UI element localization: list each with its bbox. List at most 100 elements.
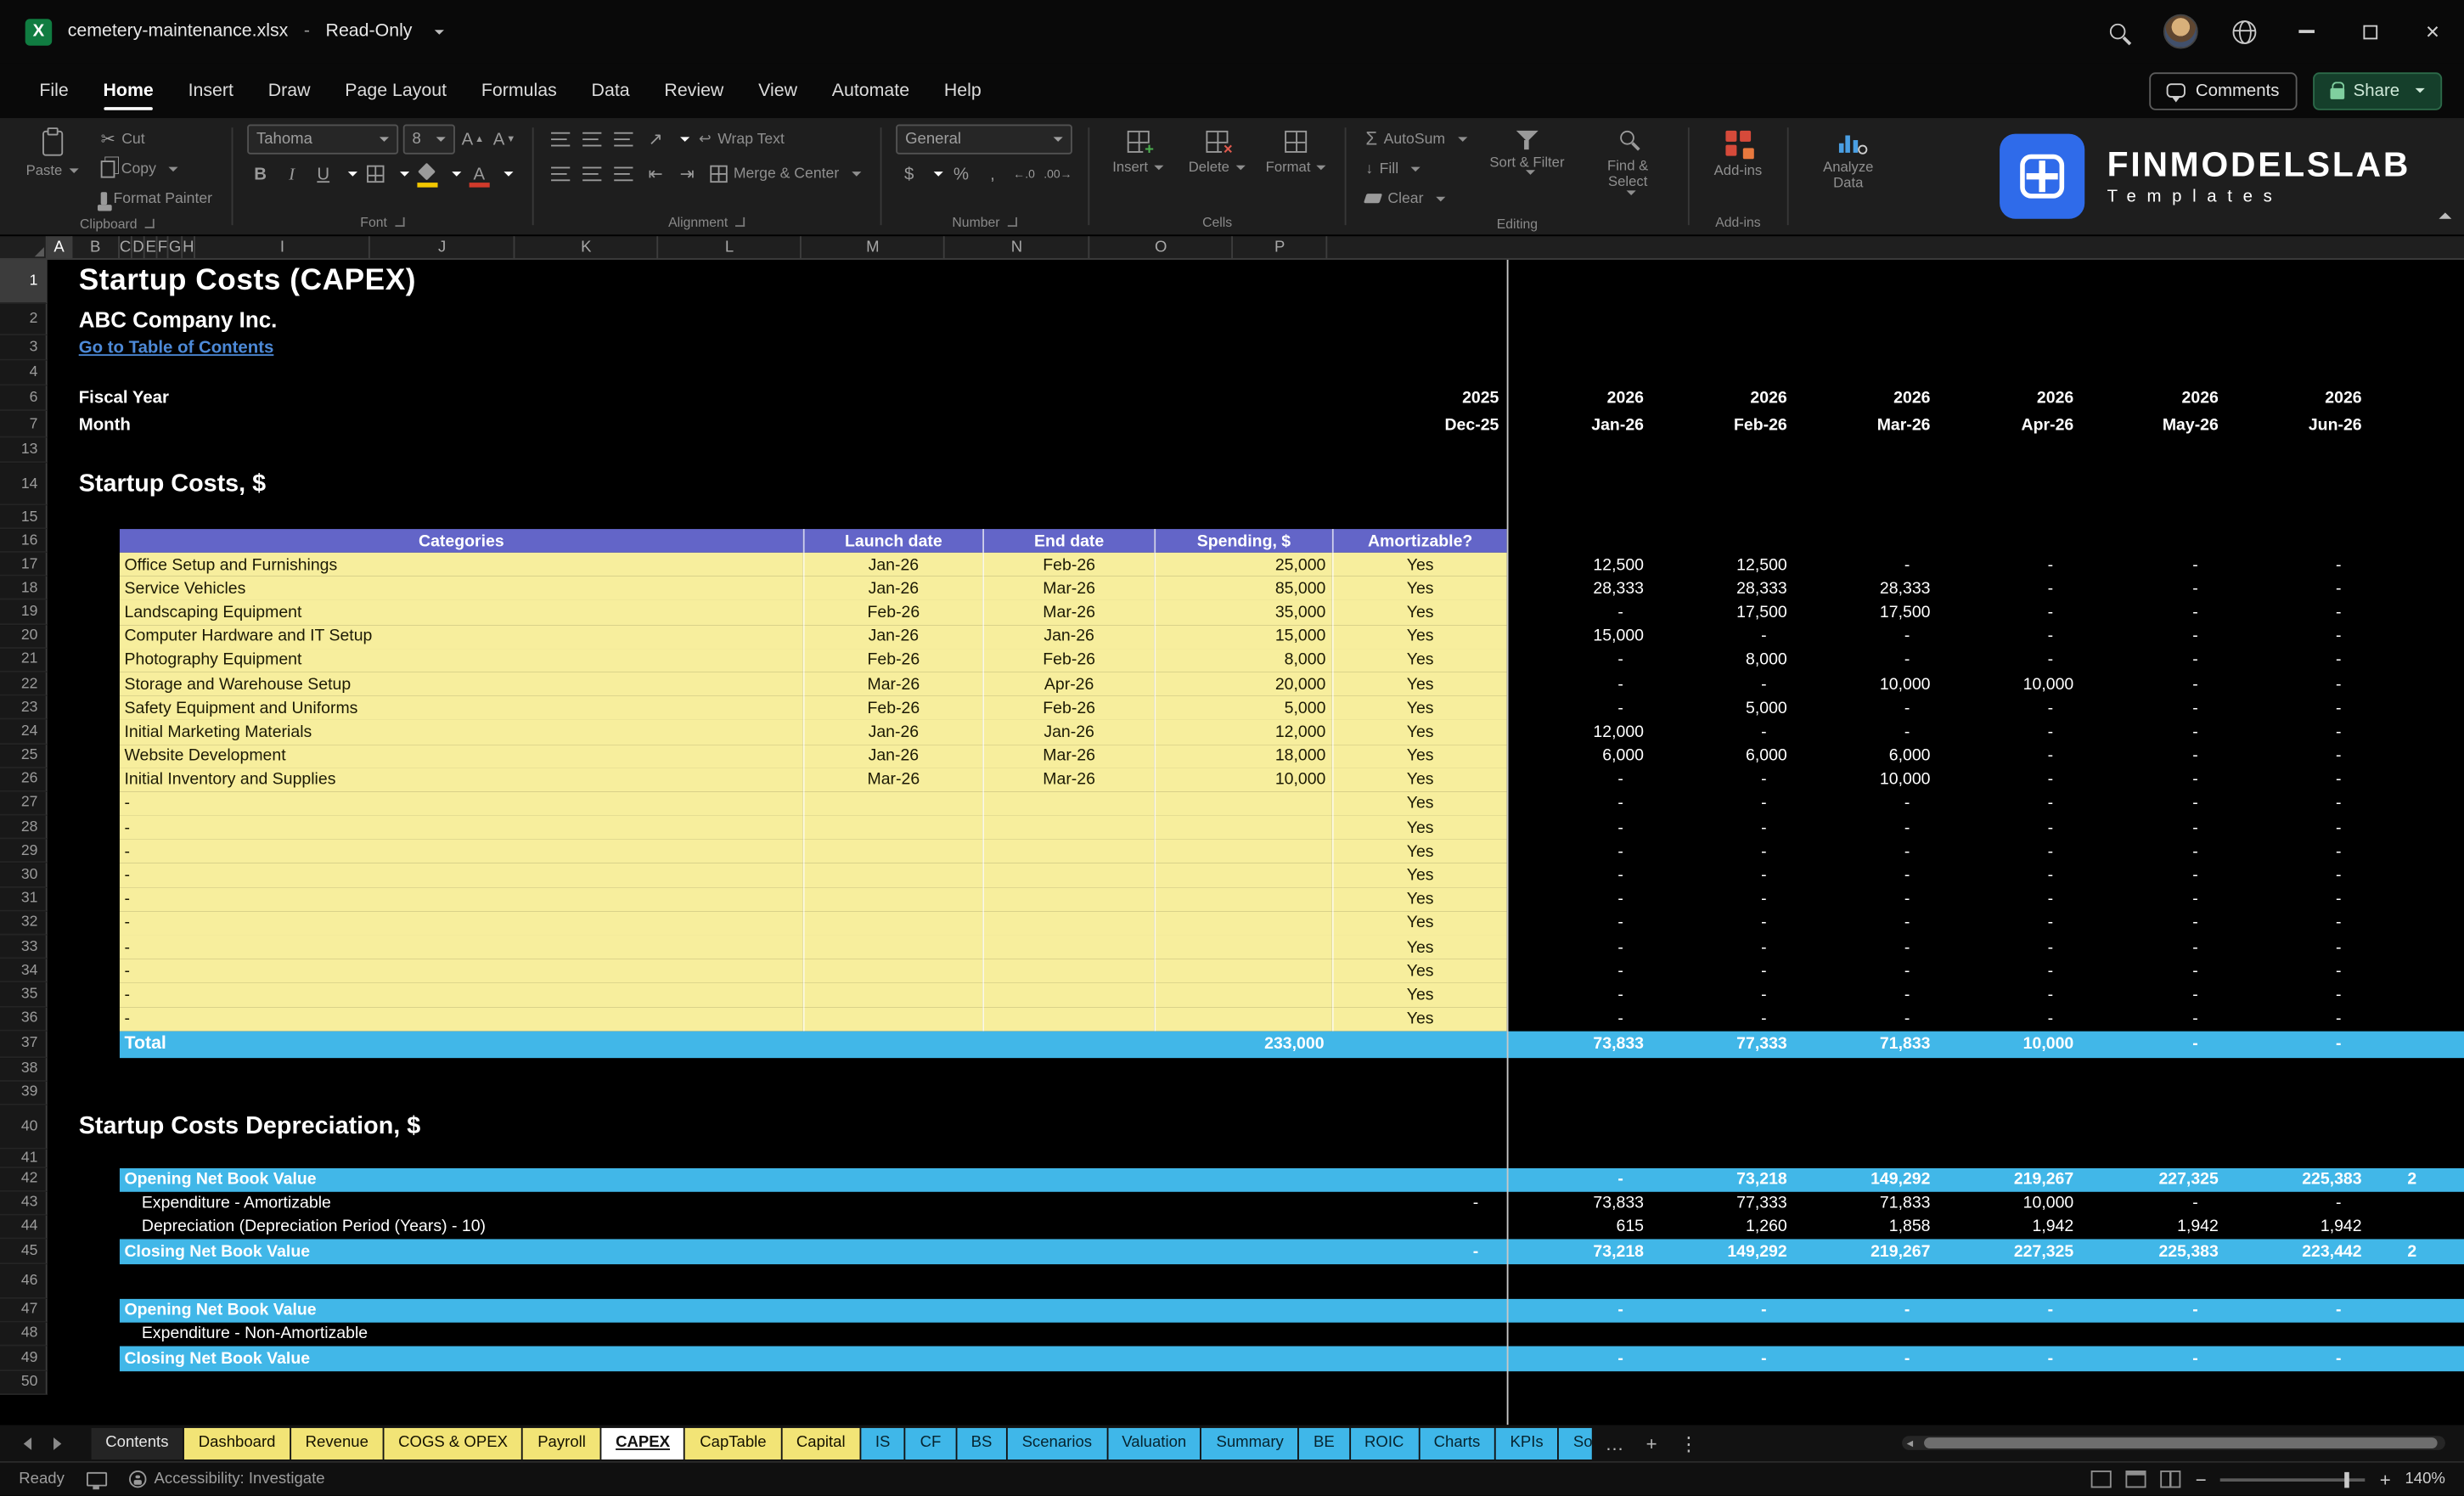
cell-37-N[interactable]: - [2082, 1031, 2227, 1058]
row-header-4[interactable]: 4 [0, 360, 48, 386]
cell-7-L[interactable]: Mar-26 [1795, 411, 1938, 438]
row-header-38[interactable]: 38 [0, 1057, 48, 1082]
row-header-37[interactable]: 37 [0, 1031, 48, 1058]
cell-28-N[interactable]: - [2082, 816, 2227, 840]
underline-button[interactable]: U [310, 160, 337, 188]
cell-18-H[interactable]: 85,000 [1154, 576, 1332, 601]
cell-47-J[interactable]: - [1507, 1298, 1652, 1322]
cell-22-G[interactable]: Apr-26 [982, 672, 1155, 696]
cell-33-F[interactable] [802, 935, 983, 959]
cell-25-O[interactable]: - [2226, 744, 2370, 768]
center-button[interactable] [579, 160, 606, 187]
cell-25-M[interactable]: - [1938, 744, 2082, 768]
cell-44-L[interactable]: 1,858 [1795, 1215, 1938, 1239]
cell-21-G[interactable]: Feb-26 [982, 648, 1155, 672]
cell-19-C[interactable]: Landscaping Equipment [119, 600, 803, 625]
orientation-button[interactable]: ↗ [642, 125, 669, 152]
increase-font-size-button[interactable]: A ▲ [459, 126, 487, 153]
cell-37-L[interactable]: 71,833 [1795, 1031, 1938, 1058]
cell-33-J[interactable]: - [1507, 936, 1652, 959]
italic-button[interactable]: I [278, 160, 306, 188]
table-of-contents-link[interactable]: Go to Table of Contents [72, 335, 274, 361]
row-header-24[interactable]: 24 [0, 720, 48, 745]
chevron-down-icon[interactable] [503, 172, 514, 177]
cell-27-J[interactable]: - [1507, 792, 1652, 816]
cell-43-I[interactable]: - [1332, 1191, 1507, 1215]
cell-45-N[interactable]: 225,383 [2082, 1239, 2227, 1264]
find-select-button[interactable]: Find & Select [1582, 124, 1674, 195]
cell-28-J[interactable]: - [1507, 816, 1652, 840]
cell-7-J[interactable]: Jan-26 [1507, 411, 1652, 438]
row-header-48[interactable]: 48 [0, 1322, 48, 1347]
zoom-out-button[interactable]: − [2196, 1468, 2207, 1490]
cell-31-F[interactable] [802, 887, 983, 912]
cell-24-J[interactable]: 12,000 [1507, 720, 1652, 744]
menu-item-help[interactable]: Help [926, 63, 999, 118]
cell-37-K[interactable]: 77,333 [1651, 1031, 1795, 1058]
cell-29-I[interactable]: Yes [1331, 839, 1507, 864]
cell-25-L[interactable]: 6,000 [1795, 744, 1938, 768]
cell-7-M[interactable]: Apr-26 [1938, 411, 2082, 438]
align-left-button[interactable] [548, 160, 575, 187]
row-header-7[interactable]: 7 [0, 410, 48, 438]
cell-23-C[interactable]: Safety Equipment and Uniforms [119, 695, 803, 721]
cell-24-O[interactable]: - [2226, 720, 2370, 744]
cell-49-M[interactable]: - [1938, 1346, 2082, 1371]
zoom-slider[interactable] [2220, 1471, 2366, 1488]
bold-button[interactable]: B [247, 160, 274, 188]
cell-31-H[interactable] [1154, 887, 1332, 912]
row-header-50[interactable]: 50 [0, 1370, 48, 1395]
row-header-6[interactable]: 6 [0, 385, 48, 411]
cell-49-P[interactable] [2370, 1346, 2464, 1371]
cell-35-L[interactable]: - [1795, 983, 1938, 1007]
cell-23-M[interactable]: - [1938, 696, 2082, 720]
cell-25-C[interactable]: Website Development [119, 744, 803, 768]
maximize-button[interactable] [2338, 0, 2401, 63]
cell-20-L[interactable]: - [1795, 624, 1938, 648]
cell-28-H[interactable] [1154, 815, 1332, 840]
row-header-45[interactable]: 45 [0, 1238, 48, 1264]
cell-23-H[interactable]: 5,000 [1154, 695, 1332, 721]
cell-24-F[interactable]: Jan-26 [802, 720, 983, 745]
cell-35-G[interactable] [982, 982, 1155, 1008]
tab-is[interactable]: IS [861, 1427, 905, 1459]
row-header-39[interactable]: 39 [0, 1081, 48, 1105]
cell-28-M[interactable]: - [1938, 816, 2082, 840]
cell-35-H[interactable] [1154, 982, 1332, 1008]
cell-45-I[interactable]: - [1332, 1239, 1507, 1264]
workbook-filename[interactable]: cemetery-maintenance.xlsx [68, 22, 289, 41]
cell-19-M[interactable]: - [1938, 600, 2082, 624]
decrease-font-size-button[interactable]: A ▼ [491, 126, 518, 153]
horizontal-scrollbar[interactable] [1902, 1436, 2445, 1450]
column-header-m[interactable]: M [802, 236, 946, 259]
cell-29-M[interactable]: - [1938, 840, 2082, 863]
cell-27-G[interactable] [982, 791, 1155, 816]
cell-26-N[interactable]: - [2082, 768, 2227, 791]
cell-7-N[interactable]: May-26 [2082, 411, 2227, 438]
cell-42-K[interactable]: 73,218 [1651, 1168, 1795, 1192]
cell-18-O[interactable]: - [2226, 576, 2370, 600]
cell-31-N[interactable]: - [2082, 887, 2227, 911]
fill-color-button[interactable] [413, 160, 441, 188]
cell-21-M[interactable]: - [1938, 649, 2082, 672]
tab-capex[interactable]: CAPEX [601, 1427, 684, 1459]
cell-20-K[interactable]: - [1651, 624, 1795, 648]
cell-32-H[interactable] [1154, 911, 1332, 936]
paste-button[interactable]: Paste [17, 124, 87, 178]
clipboard-dialog-launcher-icon[interactable] [144, 218, 155, 228]
cell-20-H[interactable]: 15,000 [1154, 624, 1332, 649]
tab-valuation[interactable]: Valuation [1107, 1427, 1201, 1459]
column-header-i[interactable]: I [195, 236, 371, 259]
minimize-button[interactable] [2276, 0, 2338, 63]
cell-48-K[interactable] [1651, 1322, 1795, 1346]
cell-42-O[interactable]: 225,383 [2226, 1168, 2370, 1192]
row-header-2[interactable]: 2 [0, 303, 48, 335]
cell-19-I[interactable]: Yes [1331, 600, 1507, 625]
cell-30-G[interactable] [982, 863, 1155, 888]
number-format-select[interactable]: General [895, 124, 1072, 155]
cell-34-N[interactable]: - [2082, 959, 2227, 983]
row-header-15[interactable]: 15 [0, 505, 48, 530]
cell-23-F[interactable]: Feb-26 [802, 695, 983, 721]
cell-24-N[interactable]: - [2082, 720, 2227, 744]
cell-23-L[interactable]: - [1795, 696, 1938, 720]
